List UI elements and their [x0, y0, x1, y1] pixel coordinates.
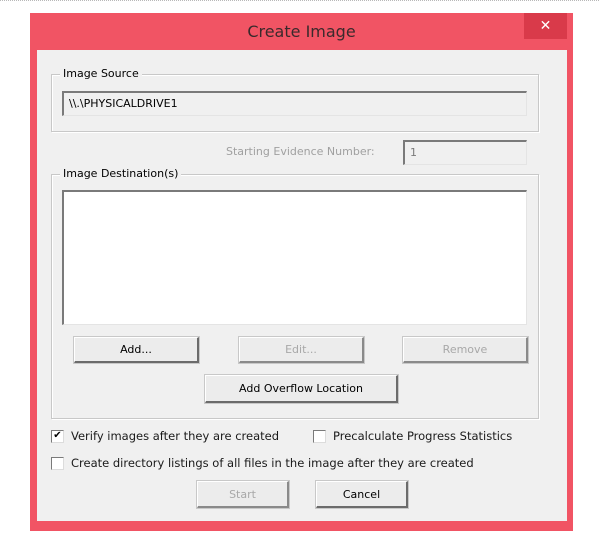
- remove-button[interactable]: Remove: [403, 337, 528, 363]
- precalculate-progress-option[interactable]: Precalculate Progress Statistics: [313, 429, 512, 443]
- starting-evidence-label: Starting Evidence Number:: [226, 145, 375, 158]
- add-overflow-location-button[interactable]: Add Overflow Location: [205, 375, 398, 403]
- starting-evidence-field[interactable]: 1: [403, 140, 527, 165]
- image-source-field[interactable]: \\.\PHYSICALDRIVE1: [62, 91, 527, 116]
- precalculate-progress-label: Precalculate Progress Statistics: [333, 429, 513, 443]
- verify-images-checkbox[interactable]: ✔: [51, 429, 64, 443]
- directory-listings-option[interactable]: Create directory listings of all files i…: [51, 456, 474, 470]
- dialog-client-area: Image Source \\.\PHYSICALDRIVE1 Starting…: [37, 50, 567, 521]
- screen-top-border: [0, 0, 599, 2]
- image-destinations-label: Image Destination(s): [60, 167, 182, 180]
- close-icon: ✕: [539, 18, 552, 34]
- create-image-dialog: Create Image ✕ Image Source \\.\PHYSICAL…: [30, 13, 573, 531]
- check-icon: ✔: [53, 430, 62, 441]
- precalculate-progress-checkbox[interactable]: [313, 429, 326, 443]
- image-destinations-list[interactable]: [62, 190, 527, 325]
- dialog-title: Create Image: [247, 22, 356, 41]
- directory-listings-checkbox[interactable]: [51, 456, 64, 470]
- edit-button[interactable]: Edit...: [239, 337, 364, 363]
- verify-images-label: Verify images after they are created: [71, 429, 279, 443]
- start-button[interactable]: Start: [197, 481, 289, 508]
- directory-listings-label: Create directory listings of all files i…: [71, 456, 474, 470]
- image-source-label: Image Source: [60, 67, 142, 80]
- add-button[interactable]: Add...: [74, 337, 199, 363]
- verify-images-option[interactable]: ✔ Verify images after they are created: [51, 429, 279, 443]
- cancel-button[interactable]: Cancel: [316, 481, 408, 508]
- close-button[interactable]: ✕: [524, 13, 567, 39]
